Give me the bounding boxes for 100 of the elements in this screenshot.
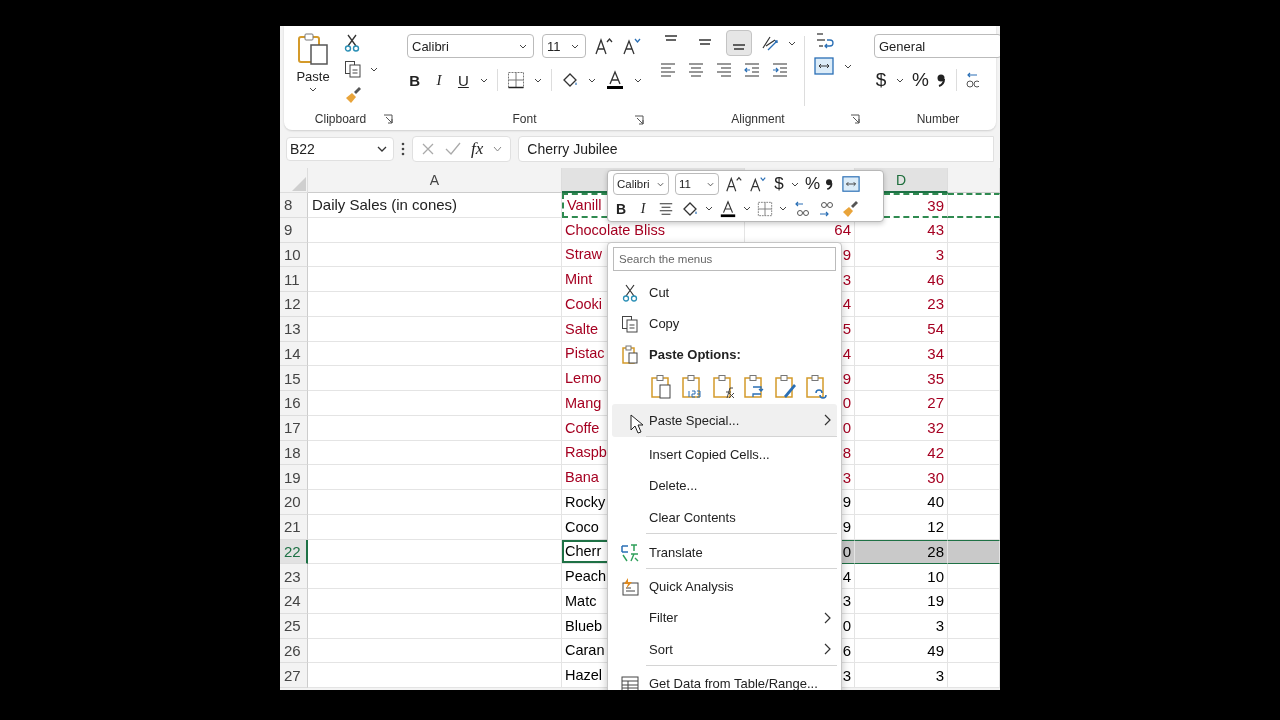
clipboard-icon[interactable] [296,32,330,66]
row-header[interactable]: 25 [280,613,308,639]
bold-button[interactable]: B [407,71,423,89]
column-header[interactable]: A [308,168,562,193]
dialog-launcher-icon[interactable] [383,114,393,124]
row-header[interactable]: 13 [280,316,308,342]
clipboard-formula-icon[interactable] [712,374,736,400]
caret-icon[interactable] [743,206,751,211]
copy-icon[interactable] [344,60,362,78]
row-header[interactable]: 21 [280,514,308,540]
row-header[interactable]: 10 [280,242,308,268]
row-header[interactable]: 11 [280,267,308,292]
currency-button[interactable]: $ [874,69,888,91]
caret-icon[interactable] [370,66,378,72]
scissors-icon[interactable] [621,283,639,302]
row-header[interactable]: 12 [280,292,308,317]
caret-icon[interactable] [705,206,713,211]
font-color-icon[interactable] [719,199,737,218]
row-header[interactable]: 18 [280,440,308,466]
shrink-font-icon[interactable] [622,37,642,55]
currency-button[interactable]: $ [773,174,785,194]
clipboard-brush-icon[interactable] [774,374,798,400]
caret-icon[interactable] [779,206,787,211]
row-header[interactable]: 16 [280,391,308,416]
caret-icon[interactable] [896,77,904,83]
caret-icon[interactable] [844,63,852,69]
copy-icon[interactable] [621,314,639,333]
font-size-dropdown[interactable]: 11 [542,34,586,58]
italic-button[interactable]: I [431,71,447,89]
clipboard-link-icon[interactable] [805,374,829,400]
decimal-icon[interactable] [965,70,979,90]
translate-icon[interactable] [620,542,640,563]
align-right-icon[interactable] [714,61,734,79]
font-size-dropdown[interactable]: 11 [675,173,719,195]
dialog-launcher-icon[interactable] [634,114,644,125]
caret-icon[interactable] [571,43,579,49]
row-header[interactable]: 22 [280,539,308,565]
increase-indent-icon[interactable] [770,61,790,79]
scissors-icon[interactable] [344,34,360,52]
align-bottom-icon[interactable] [726,30,752,56]
caret-icon[interactable] [377,146,387,152]
row-header[interactable]: 20 [280,490,308,515]
align-center-icon[interactable] [686,61,706,79]
underline-button[interactable]: U [455,71,472,89]
caret-icon[interactable] [309,87,317,92]
lightning-chart-icon[interactable] [620,576,640,597]
search-field[interactable]: Search the menus [613,247,836,271]
comma-style-icon[interactable] [823,176,835,192]
row-header[interactable]: 15 [280,366,308,391]
check-icon[interactable] [445,142,461,156]
decimal-icon[interactable] [817,199,835,218]
row-header[interactable]: 23 [280,564,308,589]
more-icon[interactable] [401,142,405,156]
align-left-icon[interactable] [658,61,678,79]
insert-function-button[interactable]: fx [471,139,484,159]
borders-icon[interactable] [507,71,526,89]
row-header[interactable]: 24 [280,589,308,614]
row-header[interactable]: 17 [280,415,308,441]
decimal-icon[interactable] [793,199,811,218]
caret-icon[interactable] [588,77,596,83]
caret-icon[interactable] [519,43,527,49]
align-center-icon[interactable] [657,200,675,217]
caret-icon[interactable] [534,77,543,83]
menu-item[interactable]: Paste Special... [612,404,837,437]
merge-cells-icon[interactable] [841,175,861,193]
caret-icon[interactable] [791,181,799,187]
table-cell: Daily Sales (in cones) [308,193,562,218]
name-box[interactable]: B22 [286,137,394,161]
caret-icon[interactable] [788,40,796,46]
chevron-right-icon[interactable] [824,414,831,426]
fill-color-icon[interactable] [561,71,579,89]
dialog-launcher-icon[interactable] [850,114,860,124]
shrink-font-icon[interactable] [749,175,767,193]
number-format-dropdown[interactable]: General [874,34,1000,58]
grow-font-icon[interactable] [725,175,743,193]
clipboard-icon [621,344,639,365]
row-header[interactable]: 14 [280,341,308,367]
font-color-icon[interactable] [605,70,625,90]
decrease-indent-icon[interactable] [742,61,762,79]
formula-input[interactable]: Cherry Jubilee [518,136,994,162]
paste-button[interactable]: Paste [290,30,336,108]
brush-icon[interactable] [841,199,859,218]
italic-button[interactable]: I [635,200,651,217]
bold-button[interactable]: B [613,200,629,217]
chevron-right-icon[interactable] [824,612,831,624]
row-header[interactable]: 19 [280,465,308,490]
grow-font-icon[interactable] [594,37,614,55]
merge-cells-icon[interactable] [813,56,835,76]
brush-icon[interactable] [344,86,362,104]
clipboard-icon[interactable] [650,374,674,400]
caret-icon[interactable] [634,77,642,83]
font-name-dropdown[interactable]: Calibri [407,34,534,58]
row-header[interactable]: 8 [280,193,308,218]
row-header[interactable]: 26 [280,638,308,664]
row-header[interactable]: 27 [280,663,308,688]
chevron-right-icon[interactable] [824,643,831,655]
table-icon[interactable] [620,674,640,690]
caret-icon[interactable] [480,77,489,83]
font-name-dropdown[interactable]: Calibri [613,173,669,195]
row-header[interactable]: 9 [280,217,308,243]
